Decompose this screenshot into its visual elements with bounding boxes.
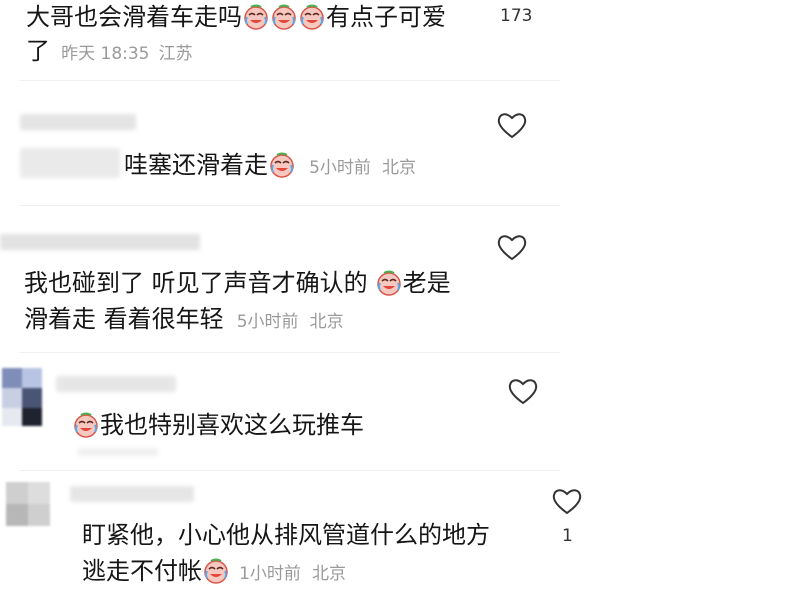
divider	[20, 352, 560, 353]
blurred-username	[70, 486, 194, 502]
comment-3: 我也碰到了 听见了声音才确认的 老是 滑着走 看着很年轻 5小时前 北京	[0, 210, 800, 340]
comment-5-line-2: 逃走不付帐 1小时前 北京	[82, 554, 346, 588]
comment-2-location: 北京	[382, 158, 417, 178]
crying-laughing-emoji-icon	[299, 4, 325, 30]
comment-4-line-1: 我也特别喜欢这么玩推车	[72, 408, 364, 442]
comment-5-text: 盯紧他，小心他从排风管道什么的地方	[82, 521, 490, 549]
comment-1: 大哥也会滑着车走吗 有点子可爱 了 昨天 18:35 江苏 173	[0, 0, 800, 80]
crying-laughing-emoji-icon	[269, 152, 295, 178]
blurred-meta	[78, 448, 158, 456]
heart-outline-icon[interactable]	[496, 232, 528, 262]
comment-4: 我也特别喜欢这么玩推车	[0, 362, 800, 462]
comment-2-time: 5小时前	[309, 158, 371, 178]
blurred-reply-target	[20, 148, 120, 178]
comment-5-like-count: 1	[562, 526, 573, 546]
comment-2-text: 哇塞还滑着走	[124, 151, 268, 179]
heart-outline-icon[interactable]	[496, 110, 528, 140]
blurred-username	[56, 376, 176, 392]
comment-3-location: 北京	[309, 312, 344, 332]
avatar[interactable]	[6, 482, 50, 526]
comment-3-time: 5小时前	[236, 312, 299, 332]
heart-outline-icon[interactable]	[507, 376, 539, 406]
crying-laughing-emoji-icon	[376, 270, 402, 296]
comment-3-text: 我也碰到了 听见了声音才确认的	[24, 269, 368, 297]
comment-5-line-1: 盯紧他，小心他从排风管道什么的地方	[82, 518, 490, 552]
comment-3-line-2: 滑着走 看着很年轻 5小时前 北京	[24, 302, 344, 336]
comment-4-text: 我也特别喜欢这么玩推车	[100, 411, 364, 439]
comment-1-line-2: 了 昨天 18:35 江苏	[26, 34, 193, 68]
crying-laughing-emoji-icon	[243, 4, 269, 30]
comment-5-location: 北京	[312, 564, 347, 584]
comment-5: 盯紧他，小心他从排风管道什么的地方 逃走不付帐 1小时前 北京 1	[0, 476, 800, 607]
comment-1-line-1: 大哥也会滑着车走吗 有点子可爱	[26, 0, 446, 34]
heart-outline-icon[interactable]	[551, 486, 583, 516]
comment-1-time: 昨天 18:35	[61, 44, 150, 64]
comment-3-text-cont: 老是	[402, 269, 451, 297]
comment-3-text-end: 滑着走 看着很年轻	[24, 305, 224, 333]
comment-1-location: 江苏	[158, 44, 193, 64]
comment-1-text: 大哥也会滑着车走吗	[26, 3, 242, 31]
comment-1-text-end: 了	[26, 37, 50, 65]
comment-5-time: 1小时前	[239, 564, 301, 584]
blurred-username	[0, 234, 200, 250]
comment-1-like-count: 173	[500, 6, 533, 26]
comment-1-text-cont: 有点子可爱	[326, 3, 446, 31]
divider	[20, 80, 560, 81]
comment-5-text-end: 逃走不付帐	[82, 557, 202, 585]
crying-laughing-emoji-icon	[73, 412, 99, 438]
avatar[interactable]	[2, 368, 42, 426]
crying-laughing-emoji-icon	[271, 4, 297, 30]
divider	[20, 470, 560, 471]
crying-laughing-emoji-icon	[203, 558, 229, 584]
comment-2: 哇塞还滑着走 5小时前 北京	[0, 90, 800, 200]
comment-3-line-1: 我也碰到了 听见了声音才确认的 老是	[24, 266, 451, 300]
blurred-username	[20, 114, 136, 130]
comment-2-line-1: 哇塞还滑着走 5小时前 北京	[124, 148, 416, 182]
divider	[20, 205, 560, 206]
